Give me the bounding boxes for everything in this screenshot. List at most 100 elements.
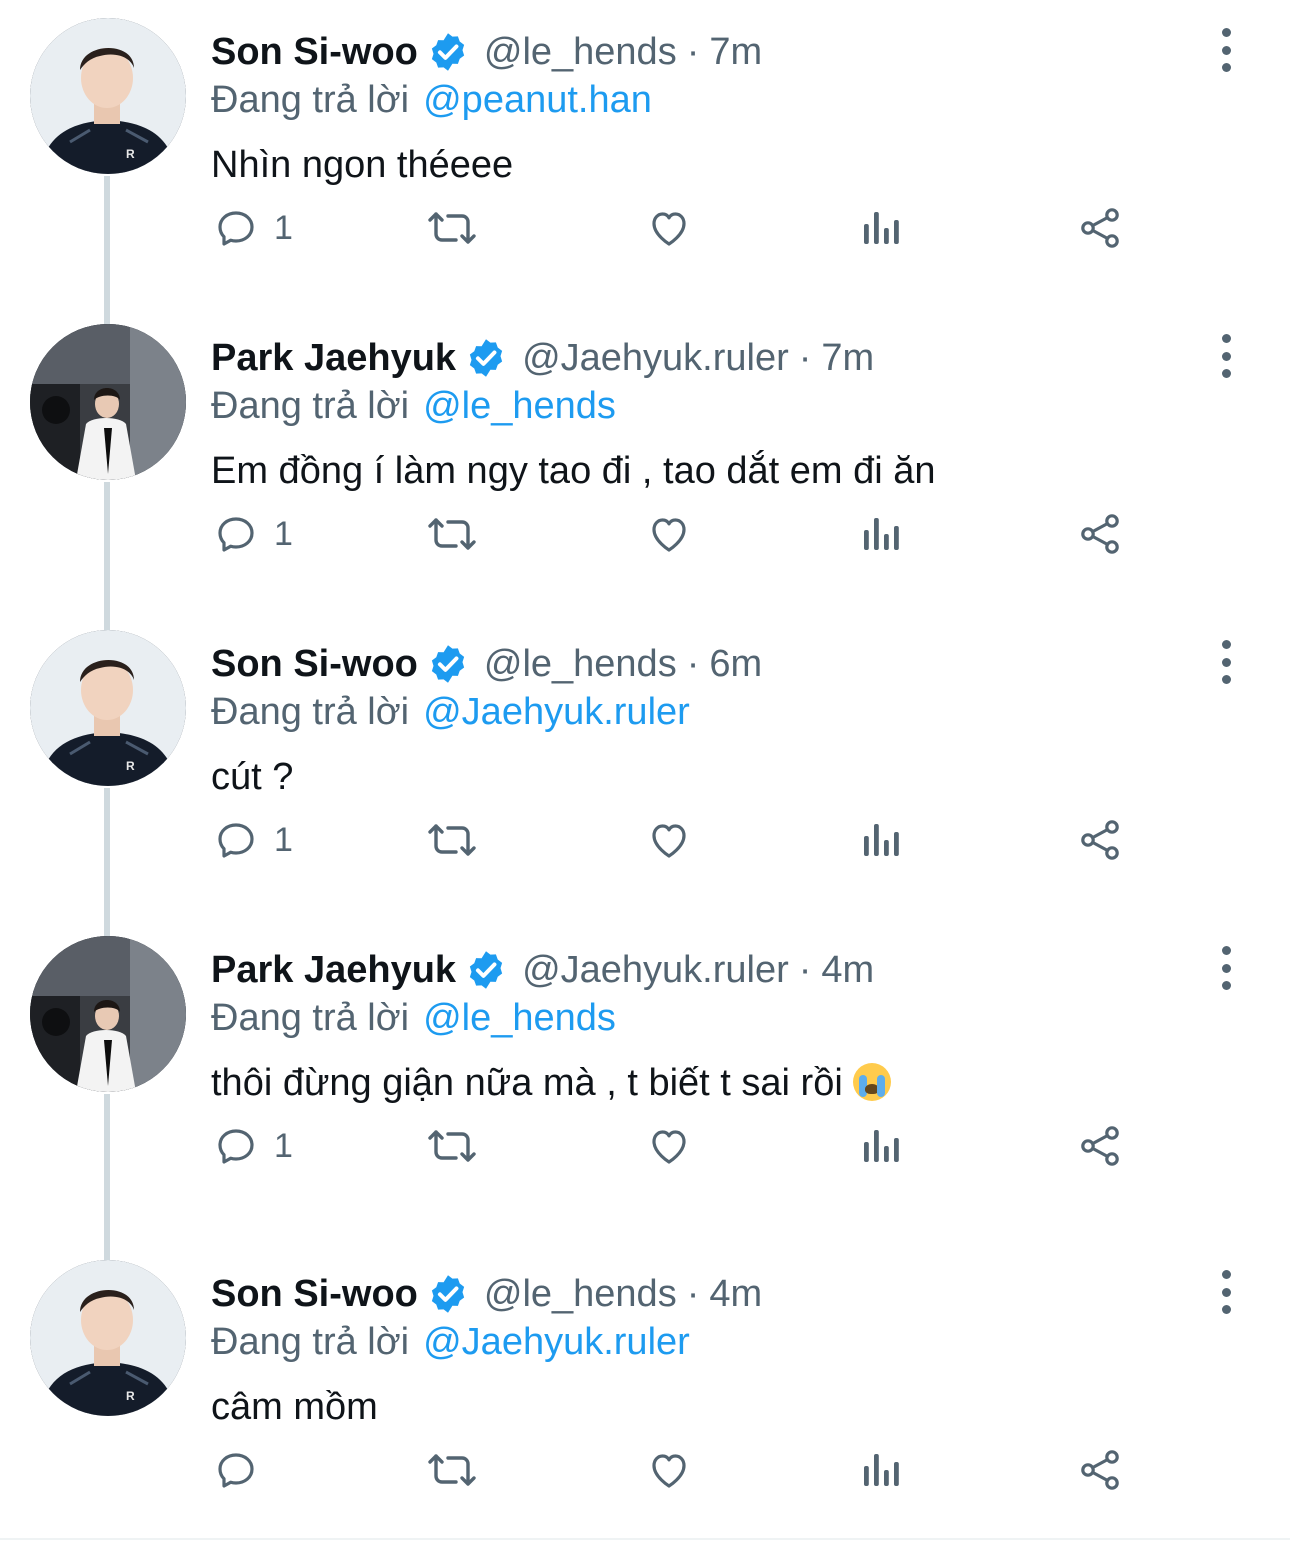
svg-text:R: R	[126, 1389, 135, 1403]
views-button[interactable]	[860, 808, 904, 872]
replying-to: Đang trả lời @Jaehyuk.ruler	[211, 1318, 690, 1366]
tweet-item[interactable]: Park Jaehyuk @Jaehyuk.ruler · 7m Đang tr…	[0, 306, 1290, 606]
views-button[interactable]	[860, 1438, 904, 1502]
timestamp[interactable]: 7m	[821, 332, 874, 384]
reply-count: 1	[274, 1126, 293, 1165]
share-button[interactable]	[1076, 808, 1124, 872]
verified-badge-icon	[464, 336, 508, 380]
author-name[interactable]: Son Si-woo	[211, 26, 418, 78]
tweet-item[interactable]: R Son Si-woo @le_hends · 6m Đang trả lời…	[0, 612, 1290, 912]
timestamp[interactable]: 4m	[709, 1268, 762, 1320]
tweet-text: thôi đừng giận nữa mà , t biết t sai rồi	[211, 1058, 891, 1108]
tweet-header: Son Si-woo @le_hends · 7m	[211, 26, 762, 78]
reply-icon	[212, 1122, 260, 1170]
retweet-button[interactable]	[424, 502, 480, 566]
action-bar: 1	[0, 1114, 1290, 1178]
tweet-text: Em đồng í làm ngy tao đi , tao dắt em đi…	[211, 446, 936, 496]
separator: ·	[798, 337, 812, 379]
more-options-icon[interactable]	[1210, 640, 1242, 684]
avatar[interactable]: R	[30, 18, 186, 174]
author-name[interactable]: Son Si-woo	[211, 638, 418, 690]
author-handle[interactable]: @Jaehyuk.ruler	[522, 944, 789, 996]
more-options-icon[interactable]	[1210, 28, 1242, 72]
author-handle[interactable]: @le_hends	[484, 638, 677, 690]
avatar[interactable]: R	[30, 1260, 186, 1416]
tweet-text-content: câm mồm	[211, 1386, 378, 1428]
avatar[interactable]	[30, 324, 186, 480]
like-button[interactable]	[644, 1438, 694, 1502]
more-options-icon[interactable]	[1210, 946, 1242, 990]
share-icon	[1076, 510, 1124, 558]
tweet-header: Son Si-woo @le_hends · 4m	[211, 1268, 762, 1320]
tweet-item[interactable]: R Son Si-woo @le_hends · 7m Đang trả lời…	[0, 0, 1290, 300]
author-handle[interactable]: @le_hends	[484, 26, 677, 78]
author-name[interactable]: Park Jaehyuk	[211, 332, 456, 384]
retweet-icon	[424, 1122, 480, 1170]
avatar[interactable]	[30, 936, 186, 1092]
replying-to-mention[interactable]: @peanut.han	[423, 79, 652, 121]
tweet-header: Park Jaehyuk @Jaehyuk.ruler · 7m	[211, 332, 874, 384]
like-button[interactable]	[644, 196, 694, 260]
views-icon	[860, 816, 904, 864]
author-name[interactable]: Son Si-woo	[211, 1268, 418, 1320]
timestamp[interactable]: 7m	[709, 26, 762, 78]
retweet-icon	[424, 204, 480, 252]
tweet-item[interactable]: R Son Si-woo @le_hends · 4m Đang trả lời…	[0, 1242, 1290, 1542]
reply-button[interactable]: 1	[212, 196, 293, 260]
reply-button[interactable]: 1	[212, 808, 293, 872]
share-icon	[1076, 204, 1124, 252]
replying-to-mention[interactable]: @Jaehyuk.ruler	[423, 1321, 690, 1363]
replying-to-label: Đang trả lời	[211, 691, 410, 733]
avatar[interactable]: R	[30, 630, 186, 786]
separator: ·	[798, 949, 812, 991]
reply-count: 1	[274, 514, 293, 553]
views-button[interactable]	[860, 1114, 904, 1178]
tweet-text-content: Nhìn ngon théeee	[211, 144, 514, 186]
replying-to: Đang trả lời @le_hends	[211, 382, 616, 430]
tweet-text: câm mồm	[211, 1382, 378, 1432]
retweet-button[interactable]	[424, 196, 480, 260]
replying-to-mention[interactable]: @le_hends	[423, 997, 616, 1039]
like-button[interactable]	[644, 808, 694, 872]
like-icon	[644, 816, 694, 864]
tweet-header: Son Si-woo @le_hends · 6m	[211, 638, 762, 690]
more-options-icon[interactable]	[1210, 334, 1242, 378]
share-button[interactable]	[1076, 1438, 1124, 1502]
reply-button[interactable]: 1	[212, 1114, 293, 1178]
retweet-button[interactable]	[424, 808, 480, 872]
tweet-item[interactable]: Park Jaehyuk @Jaehyuk.ruler · 4m Đang tr…	[0, 918, 1290, 1218]
retweet-icon	[424, 510, 480, 558]
like-button[interactable]	[644, 502, 694, 566]
replying-to-label: Đang trả lời	[211, 1321, 410, 1363]
separator: ·	[686, 31, 700, 73]
replying-to-label: Đang trả lời	[211, 385, 410, 427]
replying-to-mention[interactable]: @le_hends	[423, 385, 616, 427]
views-icon	[860, 204, 904, 252]
share-icon	[1076, 816, 1124, 864]
reply-button[interactable]	[212, 1438, 274, 1502]
like-button[interactable]	[644, 1114, 694, 1178]
views-button[interactable]	[860, 196, 904, 260]
views-button[interactable]	[860, 502, 904, 566]
share-button[interactable]	[1076, 502, 1124, 566]
replying-to-mention[interactable]: @Jaehyuk.ruler	[423, 691, 690, 733]
share-button[interactable]	[1076, 196, 1124, 260]
retweet-icon	[424, 816, 480, 864]
action-bar	[0, 1438, 1290, 1502]
more-options-icon[interactable]	[1210, 1270, 1242, 1314]
retweet-icon	[424, 1446, 480, 1494]
timestamp[interactable]: 6m	[709, 638, 762, 690]
tweet-text: Nhìn ngon théeee	[211, 140, 513, 190]
timestamp[interactable]: 4m	[821, 944, 874, 996]
reply-icon	[212, 1446, 260, 1494]
verified-badge-icon	[426, 30, 470, 74]
replying-to: Đang trả lời @peanut.han	[211, 76, 652, 124]
like-icon	[644, 1122, 694, 1170]
author-handle[interactable]: @le_hends	[484, 1268, 677, 1320]
reply-button[interactable]: 1	[212, 502, 293, 566]
retweet-button[interactable]	[424, 1438, 480, 1502]
author-name[interactable]: Park Jaehyuk	[211, 944, 456, 996]
retweet-button[interactable]	[424, 1114, 480, 1178]
share-button[interactable]	[1076, 1114, 1124, 1178]
author-handle[interactable]: @Jaehyuk.ruler	[522, 332, 789, 384]
